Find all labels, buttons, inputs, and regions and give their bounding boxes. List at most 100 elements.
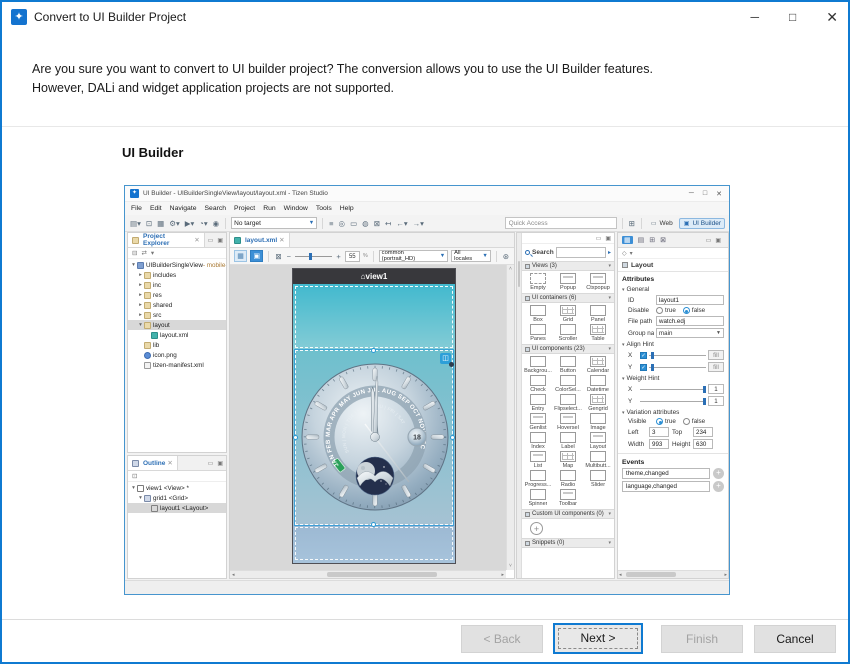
top-field[interactable]: 234 <box>693 427 713 437</box>
launch-config-icon[interactable]: ≡ <box>328 219 334 228</box>
palette-item[interactable]: Flipselect... <box>553 394 583 412</box>
inspect-icon[interactable]: ◎ <box>338 219 347 228</box>
resize-handle[interactable] <box>293 435 298 440</box>
event-name-field[interactable]: theme,changed <box>622 468 710 479</box>
align-x-slider[interactable] <box>649 355 706 356</box>
weight-hint-header[interactable]: ▾Weight Hint <box>618 373 728 383</box>
palette-item[interactable]: Grid <box>553 305 583 323</box>
disable-false-radio[interactable] <box>683 307 690 314</box>
tree-item[interactable]: tizen-manifest.xml <box>128 360 226 370</box>
add-event-icon[interactable]: + <box>713 468 724 479</box>
palette-item[interactable]: Spinner <box>523 489 553 507</box>
save-all-icon[interactable]: ▦ <box>156 219 165 228</box>
variation-header[interactable]: ▾Variation attributes <box>618 407 728 417</box>
ui-builder-perspective-button[interactable]: ▣ UI Builder <box>679 218 725 229</box>
palette-item[interactable]: Box <box>523 305 553 323</box>
tab-resources-icon[interactable]: ⊞ <box>649 236 655 244</box>
quick-access-input[interactable] <box>505 217 617 229</box>
tree-arrow-icon[interactable]: ▸ <box>137 282 144 288</box>
visible-true-radio[interactable] <box>656 418 663 425</box>
close-icon[interactable]: ✕ <box>279 236 284 244</box>
new-wizard-icon[interactable]: ▤▾ <box>129 219 142 228</box>
close-icon[interactable]: ✕ <box>167 459 172 467</box>
fit-canvas-icon[interactable]: ⊠ <box>274 252 282 261</box>
menu-run[interactable]: Run <box>263 205 275 212</box>
menu-search[interactable]: Search <box>205 205 227 212</box>
menu-navigate[interactable]: Navigate <box>170 205 197 212</box>
next-button[interactable]: Next > <box>553 623 643 654</box>
tree-item[interactable]: icon.png <box>128 350 226 360</box>
tree-item[interactable]: ▾layout <box>128 320 226 330</box>
split-mode-icon[interactable]: ▣ <box>250 250 263 262</box>
palette-item[interactable]: Multibutt... <box>583 451 613 469</box>
tips-icon[interactable]: ◍ <box>361 219 370 228</box>
event-name-field[interactable]: language,changed <box>622 481 710 492</box>
add-event-icon[interactable]: + <box>713 481 724 492</box>
back-icon[interactable]: ←▾ <box>395 219 408 228</box>
resize-handle[interactable] <box>371 348 376 353</box>
tree-item[interactable]: ▸inc <box>128 280 226 290</box>
zoom-value[interactable]: 55 <box>345 251 360 262</box>
maximize-view-icon[interactable]: ▣ <box>217 237 223 244</box>
tree-arrow-icon[interactable]: ▾ <box>137 322 144 328</box>
tree-item[interactable]: ▾view1 <View> * <box>128 483 226 493</box>
menu-window[interactable]: Window <box>284 205 308 212</box>
maximize-icon[interactable]: □ <box>789 10 796 24</box>
back-button[interactable]: < Back <box>461 625 543 653</box>
palette-item[interactable]: Progress... <box>523 470 553 488</box>
palette-section-header[interactable]: Snippets (0)▾ <box>522 538 614 548</box>
tree-item[interactable]: ▾UIBuilderSingleView - mobile-4.0 <box>128 260 226 270</box>
tab-preview-icon[interactable]: ▤ <box>638 236 645 244</box>
layout-badge-icon[interactable]: ◫ <box>440 353 451 364</box>
collapse-all-icon[interactable]: ⊟ <box>132 249 137 257</box>
ide-close-icon[interactable]: ✕ <box>716 190 722 198</box>
palette-item[interactable]: Popup <box>553 273 583 291</box>
pin-icon[interactable]: ◇ <box>622 250 627 257</box>
tree-arrow-icon[interactable]: ▸ <box>137 302 144 308</box>
palette-item[interactable]: Layout <box>583 432 613 450</box>
palette-item[interactable]: Index <box>523 432 553 450</box>
palette-item[interactable]: Calendar <box>583 356 613 374</box>
tree-item[interactable]: ▸shared <box>128 300 226 310</box>
ide-minimize-icon[interactable]: ─ <box>689 190 694 198</box>
palette-item[interactable]: Ctxpopup <box>583 273 613 291</box>
palette-item[interactable]: Scroller <box>553 324 583 342</box>
align-y-slider[interactable] <box>649 367 706 368</box>
menu-help[interactable]: Help <box>340 205 354 212</box>
console-icon[interactable]: ▭ <box>349 219 358 228</box>
maximize-view-icon[interactable]: ▣ <box>605 235 611 242</box>
palette-item[interactable]: Image <box>583 413 613 431</box>
tree-arrow-icon[interactable]: ▸ <box>137 312 144 318</box>
palette-item[interactable]: Label <box>553 432 583 450</box>
palette-section-header[interactable]: Custom UI components (0)▾ <box>522 509 614 519</box>
tab-properties-icon[interactable]: ▦ <box>622 236 633 244</box>
view-menu-icon[interactable]: ▾ <box>151 249 154 257</box>
properties-h-scrollbar[interactable]: ◂▸ <box>618 570 728 578</box>
tree-item[interactable]: ▾grid1 <Grid> <box>128 493 226 503</box>
resolution-select[interactable]: common (portrait_HD) ▼ <box>379 250 448 262</box>
palette-item[interactable]: Slider <box>583 470 613 488</box>
zoom-out-icon[interactable]: − <box>286 252 292 261</box>
align-y-checkbox[interactable]: ✓ <box>640 364 647 371</box>
tab-project-explorer[interactable]: Project Explorer ✕ <box>128 233 205 247</box>
weight-x-slider[interactable] <box>640 389 706 390</box>
palette-item[interactable]: Hoversel <box>553 413 583 431</box>
palette-search-input[interactable] <box>556 247 606 258</box>
palette-item[interactable]: Empty <box>523 273 553 291</box>
maximize-view-icon[interactable]: ▣ <box>217 460 223 467</box>
target-select[interactable]: No target ▼ <box>231 217 317 229</box>
close-icon[interactable]: ✕ <box>826 9 838 26</box>
design-mode-icon[interactable]: ▦ <box>234 250 247 262</box>
minimize-icon[interactable]: ─ <box>751 10 760 24</box>
run-icon[interactable]: ▶▾ <box>184 219 196 228</box>
minimize-view-icon[interactable]: ▭ <box>706 237 712 244</box>
tree-arrow-icon[interactable]: ▸ <box>137 292 144 298</box>
palette-item[interactable]: Map <box>553 451 583 469</box>
tree-arrow-icon[interactable]: ▾ <box>130 485 137 491</box>
menu-tools[interactable]: Tools <box>316 205 332 212</box>
settings-gear-icon[interactable]: ⊛ <box>502 252 510 261</box>
align-hint-header[interactable]: ▾Align Hint <box>618 339 728 349</box>
filter-icon[interactable]: ⊡ <box>132 472 137 480</box>
zoom-in-icon[interactable]: + <box>335 252 341 261</box>
canvas-h-scrollbar[interactable]: ◂▸ <box>230 570 506 578</box>
